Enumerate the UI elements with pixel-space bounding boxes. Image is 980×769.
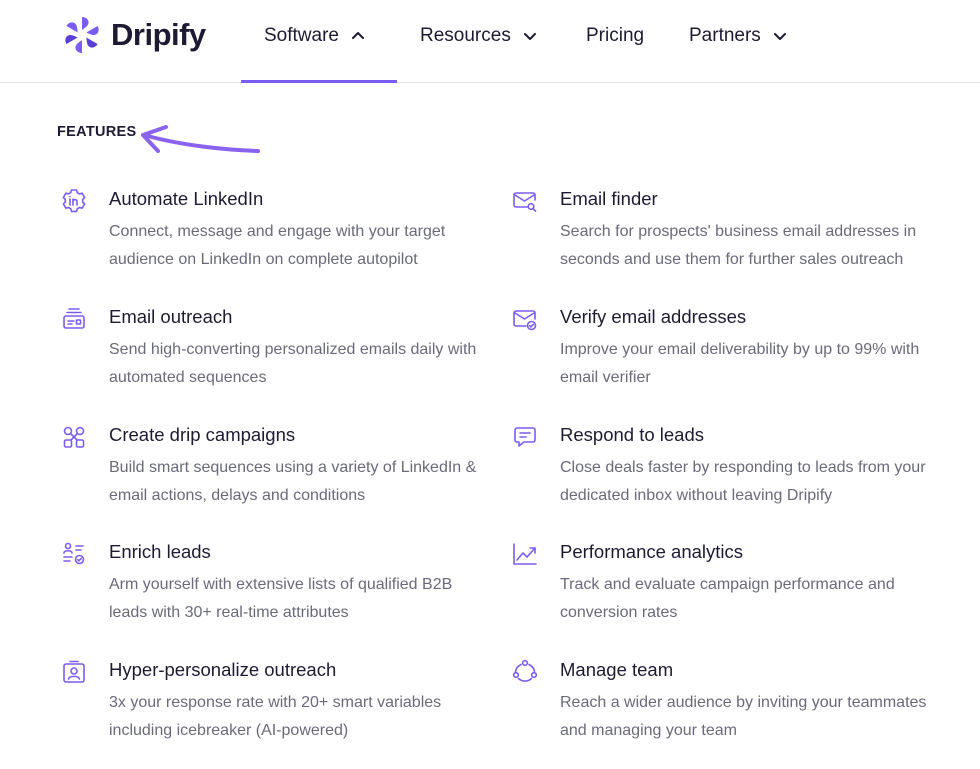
feature-description: Reach a wider audience by inviting your … bbox=[560, 694, 927, 739]
feature-drip-campaigns[interactable]: Create drip campaigns Build smart sequen… bbox=[61, 424, 476, 514]
feature-verify-email[interactable]: Verify email addresses Improve your emai… bbox=[512, 306, 919, 396]
feature-enrich-leads[interactable]: Enrich leads Arm yourself with extensive… bbox=[61, 541, 452, 631]
email-search-icon bbox=[513, 192, 537, 212]
chevron-down-icon bbox=[773, 33, 786, 40]
feature-description: Track and evaluate campaign performance … bbox=[560, 576, 895, 621]
feature-title: Automate LinkedIn bbox=[109, 188, 264, 209]
chevron-up-icon bbox=[351, 32, 364, 39]
profile-card-icon bbox=[63, 660, 85, 683]
feature-title: Email finder bbox=[560, 188, 658, 209]
feature-performance-analytics[interactable]: Performance analytics Track and evaluate… bbox=[512, 541, 902, 631]
nav-software[interactable]: Software bbox=[264, 22, 365, 50]
feature-description: Arm yourself with extensive lists of qua… bbox=[109, 576, 453, 621]
linkedin-gear-icon bbox=[62, 189, 86, 213]
feature-email-finder[interactable]: Email finder Search for prospects' busin… bbox=[512, 188, 916, 278]
nav-partners-label: Partners bbox=[689, 25, 761, 46]
feature-description: 3x your response rate with 20+ smart var… bbox=[109, 694, 442, 739]
feature-description: Close deals faster by responding to lead… bbox=[560, 459, 926, 504]
feature-description: Send high-converting personalized emails… bbox=[109, 341, 477, 386]
enrich-leads-icon bbox=[63, 542, 85, 565]
nav-pricing-label: Pricing bbox=[586, 25, 645, 46]
dripify-logo-icon bbox=[65, 17, 99, 53]
analytics-chart-icon bbox=[513, 543, 537, 565]
feature-hyper-personalize[interactable]: Hyper-personalize outreach 3x your respo… bbox=[61, 659, 451, 749]
feature-automate-linkedin[interactable]: Automate LinkedIn Connect, message and e… bbox=[61, 188, 451, 278]
feature-title: Performance analytics bbox=[560, 541, 744, 562]
feature-email-outreach[interactable]: Email outreach Send high-converting pers… bbox=[61, 306, 476, 396]
chat-message-icon bbox=[514, 427, 536, 447]
nav-pricing[interactable]: Pricing bbox=[586, 22, 644, 50]
feature-respond-leads[interactable]: Respond to leads Close deals faster by r… bbox=[512, 424, 926, 514]
active-nav-indicator bbox=[241, 80, 397, 83]
email-verified-icon bbox=[513, 310, 537, 331]
features-heading: FEATURES bbox=[57, 124, 137, 140]
feature-title: Enrich leads bbox=[109, 541, 211, 562]
feature-title: Manage team bbox=[560, 659, 674, 680]
feature-title: Verify email addresses bbox=[560, 306, 747, 327]
feature-description: Search for prospects' business email add… bbox=[560, 223, 917, 268]
annotation-arrow-icon bbox=[141, 125, 260, 153]
feature-title: Hyper-personalize outreach bbox=[109, 659, 337, 680]
feature-title: Create drip campaigns bbox=[109, 424, 296, 445]
nav-partners[interactable]: Partners bbox=[689, 22, 787, 50]
team-icon bbox=[512, 659, 538, 682]
feature-description: Build smart sequences using a variety of… bbox=[109, 459, 477, 504]
nav-resources[interactable]: Resources bbox=[420, 22, 537, 50]
feature-title: Respond to leads bbox=[560, 424, 704, 445]
nav-software-label: Software bbox=[264, 25, 339, 46]
brand-name: Dripify bbox=[111, 17, 206, 52]
chevron-down-icon bbox=[523, 33, 536, 40]
feature-title: Email outreach bbox=[109, 306, 233, 327]
drip-campaign-icon bbox=[63, 426, 85, 448]
site-header: Dripify Software Resources Pricing Partn… bbox=[0, 0, 980, 83]
email-outreach-icon bbox=[63, 308, 85, 329]
dripify-logo[interactable]: Dripify bbox=[61, 14, 206, 56]
feature-description: Connect, message and engage with your ta… bbox=[109, 223, 446, 268]
nav-resources-label: Resources bbox=[420, 25, 511, 46]
feature-description: Improve your email deliverability by up … bbox=[560, 341, 920, 386]
feature-manage-team[interactable]: Manage team Reach a wider audience by in… bbox=[512, 659, 926, 749]
